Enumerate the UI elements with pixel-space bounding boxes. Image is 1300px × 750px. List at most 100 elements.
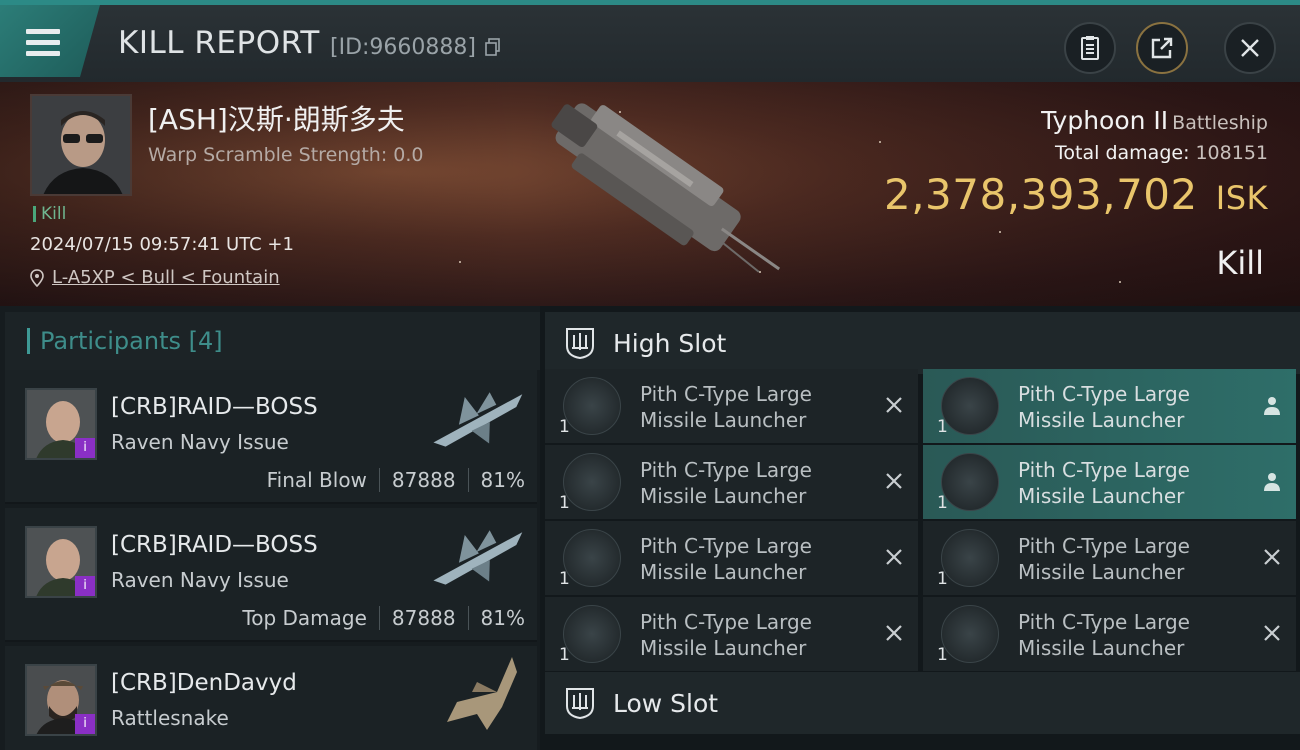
participant-stats: Final Blow 87888 81%	[267, 468, 525, 492]
module-name-line1: Pith C-Type Large	[640, 534, 812, 558]
participants-header: Participants [4]	[5, 312, 540, 370]
module-name-line1: Pith C-Type Large	[1018, 534, 1190, 558]
victim-portrait[interactable]	[30, 94, 132, 196]
dropped-person-icon	[1264, 473, 1280, 491]
participant-ship-render[interactable]	[417, 376, 537, 456]
header-bar: KILL REPORT [ID:9660888]	[0, 0, 1300, 82]
dropped-person-icon	[1264, 397, 1280, 415]
destroyed-icon	[1264, 549, 1280, 565]
module-name-line2: Missile Launcher	[1018, 408, 1185, 432]
menu-button[interactable]	[0, 5, 100, 77]
participant-name[interactable]: [CRB]RAID—BOSS	[111, 532, 318, 558]
participant-percent: 81%	[480, 468, 525, 492]
module-slot[interactable]: 1 Pith C-Type Large Missile Launcher	[923, 369, 1296, 443]
low-slot-label: Low Slot	[613, 689, 719, 718]
missile-launcher-icon	[563, 605, 621, 663]
module-slot[interactable]: 1 Pith C-Type Large Missile Launcher	[545, 369, 918, 443]
participants-label: Participants	[40, 327, 181, 355]
module-slot[interactable]: 1 Pith C-Type Large Missile Launcher	[545, 521, 918, 595]
pilot-info-badge: i	[75, 438, 95, 458]
location-link[interactable]: L-A5XP < Bull < Fountain	[52, 267, 280, 288]
kill-location[interactable]: L-A5XP < Bull < Fountain	[30, 267, 280, 288]
pilot-info-badge: i	[75, 576, 95, 596]
ship-name: Typhoon II	[1041, 106, 1169, 135]
participant-ship-render[interactable]	[417, 514, 537, 594]
module-quantity: 1	[559, 569, 570, 589]
module-name-line2: Missile Launcher	[640, 636, 807, 660]
ship-class: Battleship	[1172, 112, 1268, 134]
close-button[interactable]	[1224, 22, 1276, 74]
location-pin-icon	[30, 268, 44, 287]
high-slot-label: High Slot	[613, 329, 727, 358]
participant-name[interactable]: [CRB]RAID—BOSS	[111, 394, 318, 420]
share-button[interactable]	[1136, 22, 1188, 74]
missile-launcher-icon	[941, 453, 999, 511]
participant-ship-render[interactable]	[417, 652, 537, 732]
module-slot[interactable]: 1 Pith C-Type Large Missile Launcher	[923, 445, 1296, 519]
participants-title: Participants [4]	[27, 328, 223, 354]
participant-damage: 87888	[391, 606, 456, 630]
module-name: Pith C-Type Large Missile Launcher	[640, 457, 860, 509]
low-slot-icon	[566, 688, 594, 720]
clipboard-button[interactable]	[1064, 22, 1116, 74]
victim-ship[interactable]: Typhoon II Battleship	[1041, 106, 1268, 135]
low-slot-header[interactable]: Low Slot	[545, 672, 1300, 734]
missile-launcher-icon	[563, 453, 621, 511]
share-icon	[1151, 37, 1173, 59]
module-quantity: 1	[559, 417, 570, 437]
destroyed-icon	[886, 473, 902, 489]
page-title: KILL REPORT	[118, 25, 320, 61]
module-name: Pith C-Type Large Missile Launcher	[640, 609, 860, 661]
close-icon	[1241, 39, 1259, 57]
participant-tag: Top Damage	[242, 606, 367, 630]
destroyed-icon	[886, 625, 902, 641]
module-name-line1: Pith C-Type Large	[640, 382, 812, 406]
victim-name[interactable]: [ASH]汉斯·朗斯多夫	[148, 98, 405, 138]
module-slot[interactable]: 1 Pith C-Type Large Missile Launcher	[545, 445, 918, 519]
participant-ship: Rattlesnake	[111, 706, 229, 730]
module-quantity: 1	[937, 569, 948, 589]
kill-result: Kill	[1216, 244, 1264, 282]
participant-row[interactable]: i [CRB]DenDavyd Rattlesnake	[5, 646, 537, 750]
isk-value: 2,378,393,702 ISK	[884, 170, 1268, 219]
report-id-text: [ID:9660888]	[330, 35, 476, 60]
module-name: Pith C-Type Large Missile Launcher	[640, 381, 860, 433]
missile-launcher-icon	[941, 529, 999, 587]
kill-summary-banner: [ASH]汉斯·朗斯多夫 Warp Scramble Strength: 0.0…	[0, 82, 1300, 306]
victim-ship-render[interactable]	[500, 87, 800, 297]
module-slot[interactable]: 1 Pith C-Type Large Missile Launcher	[923, 597, 1296, 671]
module-name: Pith C-Type Large Missile Launcher	[1018, 457, 1238, 509]
participant-percent: 81%	[480, 606, 525, 630]
missile-launcher-icon	[563, 377, 621, 435]
participants-count: [4]	[188, 327, 223, 355]
participant-avatar[interactable]: i	[25, 526, 97, 598]
participant-stats: Top Damage 87888 81%	[242, 606, 525, 630]
menu-icon-bar	[26, 40, 60, 45]
destroyed-icon	[1264, 625, 1280, 641]
module-name-line1: Pith C-Type Large	[640, 458, 812, 482]
isk-unit: ISK	[1215, 179, 1268, 217]
module-slot[interactable]: 1 Pith C-Type Large Missile Launcher	[923, 521, 1296, 595]
module-name-line2: Missile Launcher	[1018, 560, 1185, 584]
destroyed-icon	[886, 397, 902, 413]
missile-launcher-icon	[941, 605, 999, 663]
participant-row[interactable]: i [CRB]RAID—BOSS Raven Navy Issue Final …	[5, 370, 537, 504]
participant-avatar[interactable]: i	[25, 664, 97, 736]
module-name-line2: Missile Launcher	[640, 408, 807, 432]
report-id[interactable]: [ID:9660888]	[330, 35, 501, 60]
participant-row[interactable]: i [CRB]RAID—BOSS Raven Navy Issue Top Da…	[5, 508, 537, 642]
participant-name[interactable]: [CRB]DenDavyd	[111, 670, 297, 696]
module-name-line2: Missile Launcher	[640, 560, 807, 584]
module-slot[interactable]: 1 Pith C-Type Large Missile Launcher	[545, 597, 918, 671]
separator	[467, 468, 469, 492]
warp-scramble-strength: Warp Scramble Strength: 0.0	[148, 144, 424, 166]
separator	[378, 468, 380, 492]
participant-damage: 87888	[391, 468, 456, 492]
participant-tag: Final Blow	[266, 468, 367, 492]
module-name-line1: Pith C-Type Large	[1018, 382, 1190, 406]
participant-ship: Raven Navy Issue	[111, 568, 289, 592]
copy-icon[interactable]	[485, 38, 501, 56]
high-slot-header[interactable]: High Slot	[545, 312, 1300, 374]
total-damage-label: Total damage:	[1055, 142, 1190, 164]
participant-avatar[interactable]: i	[25, 388, 97, 460]
